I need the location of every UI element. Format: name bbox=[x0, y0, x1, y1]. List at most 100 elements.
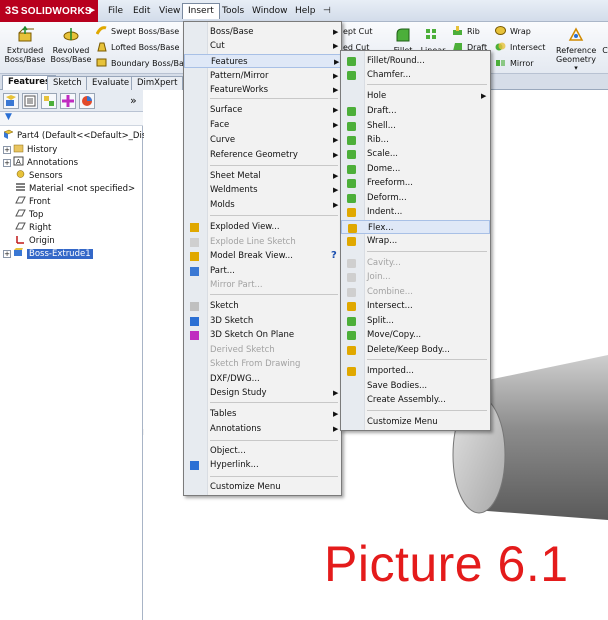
tab-evaluate[interactable]: Evaluate bbox=[86, 76, 136, 90]
insert-menu-item-customize-menu[interactable]: Customize Menu bbox=[184, 480, 341, 494]
swept-boss-button[interactable]: Swept Boss/Base bbox=[96, 25, 179, 38]
menu-insert[interactable]: Insert bbox=[182, 3, 220, 19]
tree-item-annotations[interactable]: + A Annotations bbox=[3, 156, 78, 169]
feature-manager-tab-icon[interactable] bbox=[3, 93, 19, 109]
insert-menu-item-sketch[interactable]: Sketch bbox=[184, 299, 341, 313]
tree-item-history[interactable]: + History bbox=[3, 143, 57, 156]
help-icon[interactable]: ? bbox=[331, 249, 337, 263]
features-menu-item-scale[interactable]: Scale... bbox=[341, 147, 490, 161]
insert-menu-item-part[interactable]: Part... bbox=[184, 264, 341, 278]
expand-icon[interactable]: + bbox=[3, 250, 11, 258]
menu-item-label: Freeform... bbox=[367, 178, 413, 188]
features-menu-item-dome[interactable]: Dome... bbox=[341, 162, 490, 176]
insert-menu-item-3d-sketch-on-plane[interactable]: 3D Sketch On Plane bbox=[184, 328, 341, 342]
boundary-boss-button[interactable]: Boundary Boss/Base bbox=[96, 57, 193, 70]
insert-menu-item-hyperlink[interactable]: Hyperlink... bbox=[184, 458, 341, 472]
menu-tools[interactable]: Tools bbox=[217, 4, 249, 20]
curves-button[interactable]: C bbox=[600, 26, 608, 55]
insert-menu-item-boss-base[interactable]: Boss/Base ▶ bbox=[184, 25, 341, 39]
features-menu-item-fillet-round[interactable]: Fillet/Round... bbox=[341, 54, 490, 68]
menu-view[interactable]: View bbox=[154, 4, 185, 20]
features-menu-item-save-bodies[interactable]: Save Bodies... bbox=[341, 379, 490, 393]
insert-menu-item-object[interactable]: Object... bbox=[184, 444, 341, 458]
solidworks-logo[interactable]: 3S SOLIDWORKS ▶ bbox=[0, 0, 98, 22]
features-menu-item-create-assembly[interactable]: Create Assembly... bbox=[341, 393, 490, 407]
features-menu-item-wrap[interactable]: Wrap... bbox=[341, 234, 490, 248]
pin-icon[interactable]: ⊣ bbox=[318, 4, 336, 20]
mirror-button[interactable]: Mirror bbox=[495, 57, 534, 70]
features-menu-item-split[interactable]: Split... bbox=[341, 314, 490, 328]
features-menu-item-hole[interactable]: Hole ▶ bbox=[341, 89, 490, 103]
insert-menu-item-surface[interactable]: Surface ▶ bbox=[184, 103, 341, 117]
features-menu-item-move-copy[interactable]: Move/Copy... bbox=[341, 328, 490, 342]
submenu-arrow-icon: ▶ bbox=[333, 72, 339, 80]
insert-menu-item-tables[interactable]: Tables ▶ bbox=[184, 407, 341, 421]
lofted-boss-button[interactable]: Lofted Boss/Base bbox=[96, 41, 179, 54]
features-menu-item-customize-menu[interactable]: Customize Menu bbox=[341, 415, 490, 429]
features-menu-item-indent[interactable]: Indent... bbox=[341, 205, 490, 219]
features-menu-item-delete-keep-body[interactable]: Delete/Keep Body... bbox=[341, 343, 490, 357]
menu-file[interactable]: File bbox=[103, 4, 128, 20]
tree-item-material[interactable]: Material <not specified> bbox=[15, 182, 135, 195]
tree-item-top-plane[interactable]: Top bbox=[15, 208, 43, 221]
features-menu-item-chamfer[interactable]: Chamfer... bbox=[341, 68, 490, 82]
insert-menu-item-weldments[interactable]: Weldments ▶ bbox=[184, 183, 341, 197]
menu-separator bbox=[367, 410, 487, 411]
features-menu-item-imported[interactable]: Imported... bbox=[341, 364, 490, 378]
tree-item-front-plane[interactable]: Front bbox=[15, 195, 51, 208]
tab-dimxpert[interactable]: DimXpert bbox=[131, 76, 184, 90]
menu-item-label: Dome... bbox=[367, 164, 401, 174]
features-menu-item-freeform[interactable]: Freeform... bbox=[341, 176, 490, 190]
insert-menu-item-3d-sketch[interactable]: 3D Sketch bbox=[184, 314, 341, 328]
features-menu-item-intersect[interactable]: Intersect... bbox=[341, 299, 490, 313]
configuration-manager-tab-icon[interactable] bbox=[41, 93, 57, 109]
display-manager-tab-icon[interactable] bbox=[79, 93, 95, 109]
filter-bar[interactable]: ▼ bbox=[0, 112, 143, 126]
dimxpert-manager-tab-icon[interactable] bbox=[60, 93, 76, 109]
insert-menu-item-annotations[interactable]: Annotations ▶ bbox=[184, 422, 341, 436]
insert-menu-item-curve[interactable]: Curve ▶ bbox=[184, 133, 341, 147]
menu-item-label: Sketch From Drawing bbox=[210, 359, 301, 369]
tab-sketch[interactable]: Sketch bbox=[47, 76, 88, 90]
tree-item-right-plane[interactable]: Right bbox=[15, 221, 51, 234]
insert-menu-item-cut[interactable]: Cut ▶ bbox=[184, 39, 341, 53]
wrap-button[interactable]: Wrap bbox=[495, 25, 531, 38]
menu-edit[interactable]: Edit bbox=[128, 4, 155, 20]
menu-item-icon bbox=[190, 302, 199, 311]
expand-icon[interactable]: + bbox=[3, 146, 11, 154]
reference-geometry-button[interactable]: Reference Geometry ▾ bbox=[556, 26, 596, 73]
more-tabs-icon[interactable]: » bbox=[130, 94, 137, 107]
rib-button[interactable]: Rib bbox=[452, 25, 480, 38]
revolved-boss-button[interactable]: Revolved Boss/Base bbox=[50, 26, 92, 64]
insert-menu-item-sheet-metal[interactable]: Sheet Metal ▶ bbox=[184, 169, 341, 183]
intersect-button[interactable]: Intersect bbox=[495, 41, 545, 54]
insert-menu-item-pattern-mirror[interactable]: Pattern/Mirror ▶ bbox=[184, 69, 341, 83]
property-manager-tab-icon[interactable] bbox=[22, 93, 38, 109]
menu-window[interactable]: Window bbox=[247, 4, 293, 20]
insert-menu-item-face[interactable]: Face ▶ bbox=[184, 118, 341, 132]
features-menu-item-draft[interactable]: Draft... bbox=[341, 104, 490, 118]
insert-menu-item-features[interactable]: Features ▶ bbox=[184, 54, 341, 68]
menu-item-label: Chamfer... bbox=[367, 70, 411, 80]
features-menu-item-shell[interactable]: Shell... bbox=[341, 119, 490, 133]
tree-item-sensors[interactable]: Sensors bbox=[15, 169, 63, 182]
swept-cut-button[interactable]: ept Cut bbox=[343, 25, 372, 38]
insert-menu-item-molds[interactable]: Molds ▶ bbox=[184, 198, 341, 212]
insert-menu-item-exploded-view[interactable]: Exploded View... bbox=[184, 220, 341, 234]
tree-label: Front bbox=[29, 197, 51, 207]
tree-item-origin[interactable]: Origin bbox=[15, 234, 55, 247]
expand-icon[interactable]: + bbox=[3, 159, 11, 167]
extruded-boss-button[interactable]: Extruded Boss/Base bbox=[4, 26, 46, 64]
menu-item-icon bbox=[347, 346, 356, 355]
features-menu-item-rib[interactable]: Rib... bbox=[341, 133, 490, 147]
insert-menu-item-featureworks[interactable]: FeatureWorks ▶ bbox=[184, 83, 341, 97]
insert-menu-item-dxf-dwg[interactable]: DXF/DWG... bbox=[184, 372, 341, 386]
insert-menu-item-model-break-view[interactable]: Model Break View...? bbox=[184, 249, 341, 263]
features-menu-item-deform[interactable]: Deform... bbox=[341, 191, 490, 205]
tree-item-boss-extrude1[interactable]: + Boss-Extrude1 bbox=[3, 247, 93, 260]
menu-help[interactable]: Help bbox=[290, 4, 321, 20]
tree-root-part[interactable]: Part4 (Default<<Default>_Dis bbox=[3, 129, 146, 142]
insert-menu-item-reference-geometry[interactable]: Reference Geometry ▶ bbox=[184, 148, 341, 162]
insert-menu-item-design-study[interactable]: Design Study ▶ bbox=[184, 386, 341, 400]
features-menu-item-flex[interactable]: Flex... bbox=[341, 220, 490, 234]
